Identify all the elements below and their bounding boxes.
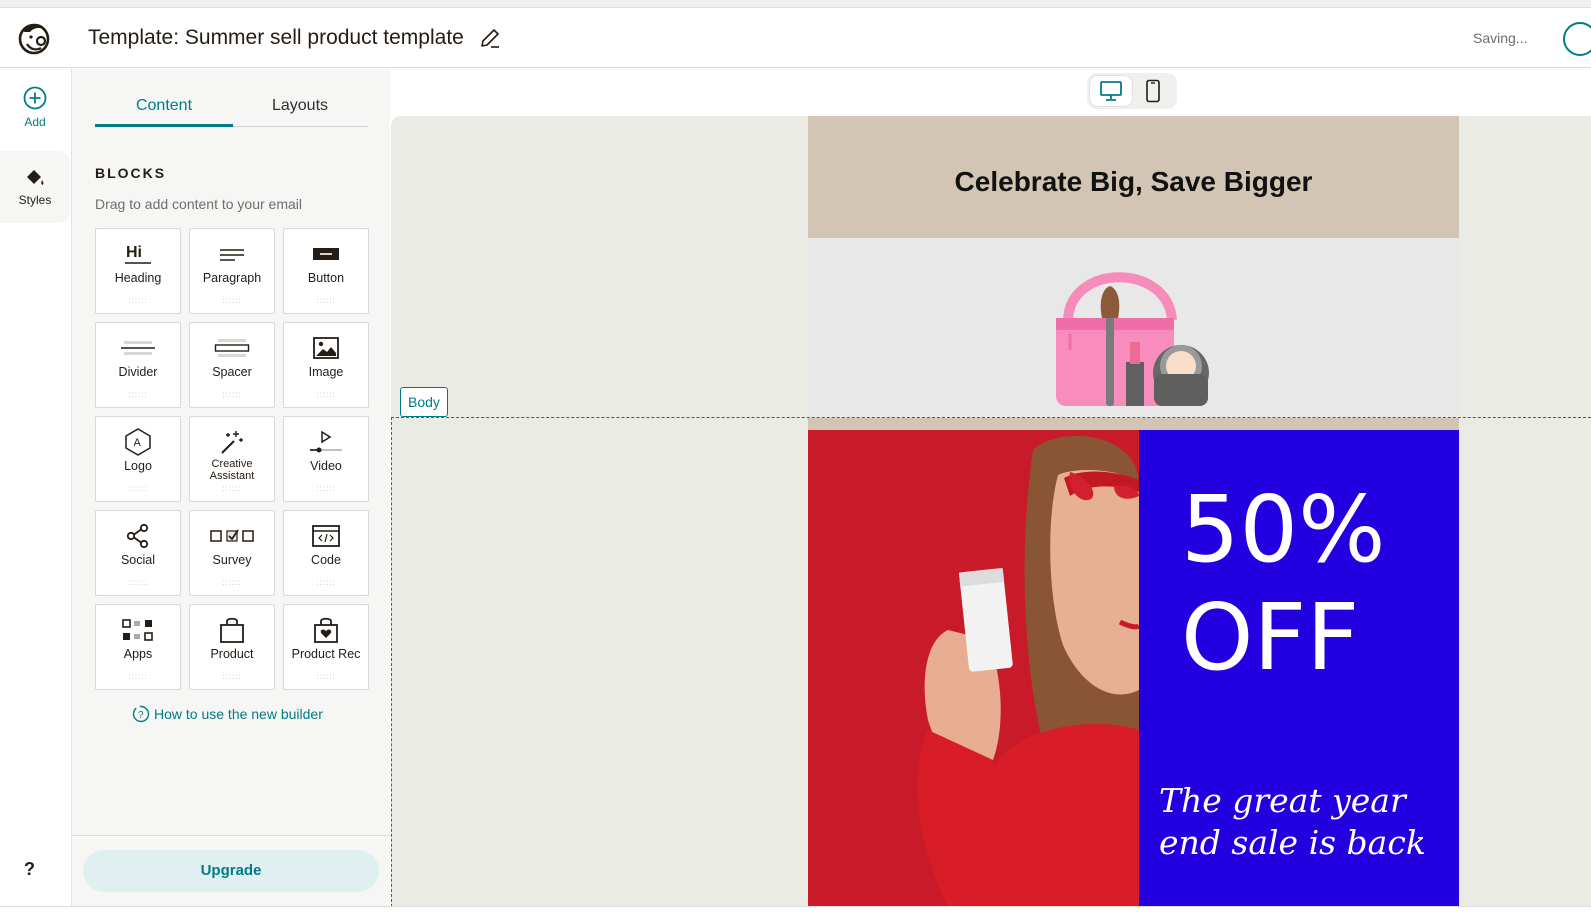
help-circle-icon: ? [132,705,150,723]
panel-footer: Upgrade [72,835,390,907]
headline-section[interactable]: Celebrate Big, Save Bigger [808,116,1459,238]
page-title: Template: Summer sell product template [88,26,464,49]
block-spacer[interactable]: Spacer:::::: [189,322,275,408]
svg-text:?: ? [138,710,144,721]
block-video[interactable]: Video:::::: [283,416,369,502]
add-button[interactable]: Add [0,85,70,129]
left-rail: Add Styles ? [0,69,72,907]
svg-text:Hi: Hi [126,244,142,261]
drag-handle-icon: :::::: [222,578,242,587]
body-section-outline-left [391,417,392,907]
blocks-heading: BLOCKS [95,165,167,181]
body-section-tag[interactable]: Body [400,387,448,417]
drag-handle-icon: :::::: [222,484,242,493]
mobile-icon [1146,79,1160,103]
blocks-grid: Hi Heading:::::: Paragraph:::::: Button:… [95,228,369,690]
save-status: Saving... [1473,30,1528,46]
block-paragraph[interactable]: Paragraph:::::: [189,228,275,314]
video-icon [310,430,342,453]
drag-handle-icon: :::::: [128,578,148,587]
drag-handle-icon: :::::: [316,484,336,493]
paint-bucket-icon [27,170,44,185]
block-social[interactable]: Social:::::: [95,510,181,596]
panel-tabs: Content Layouts [95,87,368,127]
image-icon [313,337,339,359]
styles-button[interactable]: Styles [0,151,70,223]
bag-icon [220,617,244,643]
device-toggle [1087,73,1177,109]
email-headline[interactable]: Celebrate Big, Save Bigger [808,166,1459,198]
app-header: Template: Summer sell product template S… [0,8,1591,68]
tab-layouts[interactable]: Layouts [255,97,345,115]
drag-handle-icon: :::::: [222,390,242,399]
svg-text:A: A [134,437,142,449]
logo-icon: A [125,428,151,456]
body-section-outline [391,417,1591,418]
blocks-subtitle: Drag to add content to your email [95,196,303,212]
bottom-edge [0,906,1591,920]
promo-percent[interactable]: 50% [1181,480,1385,580]
model-photo-illustration [917,435,1139,907]
tab-content[interactable]: Content [95,97,233,127]
block-image[interactable]: Image:::::: [283,322,369,408]
bag-heart-icon [314,617,338,643]
account-avatar[interactable] [1563,22,1591,56]
makeup-illustration [1056,272,1209,406]
drag-handle-icon: :::::: [222,672,242,681]
mobile-preview-button[interactable] [1132,76,1174,106]
drag-handle-icon: :::::: [128,390,148,399]
block-logo[interactable]: A Logo:::::: [95,416,181,502]
email-canvas[interactable]: Celebrate Big, Save Bigger 50% OFF The g… [391,116,1591,907]
desktop-preview-button[interactable] [1090,76,1132,106]
top-strip [0,0,1591,8]
desktop-icon [1100,81,1122,101]
promo-offer-panel[interactable]: 50% OFF The great year end sale is back [1139,430,1459,907]
share-icon [126,523,149,549]
block-divider[interactable]: Divider:::::: [95,322,181,408]
spacer-icon [214,339,250,357]
block-apps[interactable]: Apps:::::: [95,604,181,690]
block-creative-assistant[interactable]: Creative Assistant:::::: [189,416,275,502]
drag-handle-icon: :::::: [128,672,148,681]
block-button[interactable]: Button:::::: [283,228,369,314]
how-to-builder-label: How to use the new builder [154,706,323,722]
mailchimp-logo-icon[interactable] [14,18,54,58]
makeup-bag-image[interactable] [808,238,1459,418]
drag-handle-icon: :::::: [222,296,242,305]
pencil-icon[interactable] [478,26,502,50]
drag-handle-icon: :::::: [128,484,148,493]
content-panel: Content Layouts BLOCKS Drag to add conte… [72,69,390,907]
add-label: Add [24,115,46,129]
magic-wand-icon [221,431,243,454]
styles-label: Styles [18,193,52,207]
apps-icon [122,619,153,641]
block-code[interactable]: Code:::::: [283,510,369,596]
upgrade-button[interactable]: Upgrade [83,850,379,892]
paragraph-icon [220,249,244,261]
block-product-rec[interactable]: Product Rec:::::: [283,604,369,690]
block-heading[interactable]: Hi Heading:::::: [95,228,181,314]
drag-handle-icon: :::::: [316,672,336,681]
block-product[interactable]: Product:::::: [189,604,275,690]
code-icon [312,525,340,547]
promo-tagline[interactable]: The great year end sale is back [1159,780,1449,864]
divider-strip [808,418,1459,430]
block-survey[interactable]: Survey:::::: [189,510,275,596]
promo-model-photo[interactable] [808,430,1139,907]
drag-handle-icon: :::::: [128,296,148,305]
email-preview: Celebrate Big, Save Bigger 50% OFF The g… [808,116,1459,907]
plus-circle-icon [23,86,47,110]
promo-off[interactable]: OFF [1181,588,1359,688]
heading-icon: Hi [125,244,151,264]
drag-handle-icon: :::::: [316,578,336,587]
survey-icon [210,529,254,542]
drag-handle-icon: :::::: [316,390,336,399]
help-button[interactable]: ? [24,859,35,880]
canvas-area: Celebrate Big, Save Bigger 50% OFF The g… [390,69,1591,907]
how-to-builder-link[interactable]: ? How to use the new builder [132,705,323,723]
drag-handle-icon: :::::: [316,296,336,305]
divider-icon [121,341,155,355]
button-icon [313,248,339,260]
